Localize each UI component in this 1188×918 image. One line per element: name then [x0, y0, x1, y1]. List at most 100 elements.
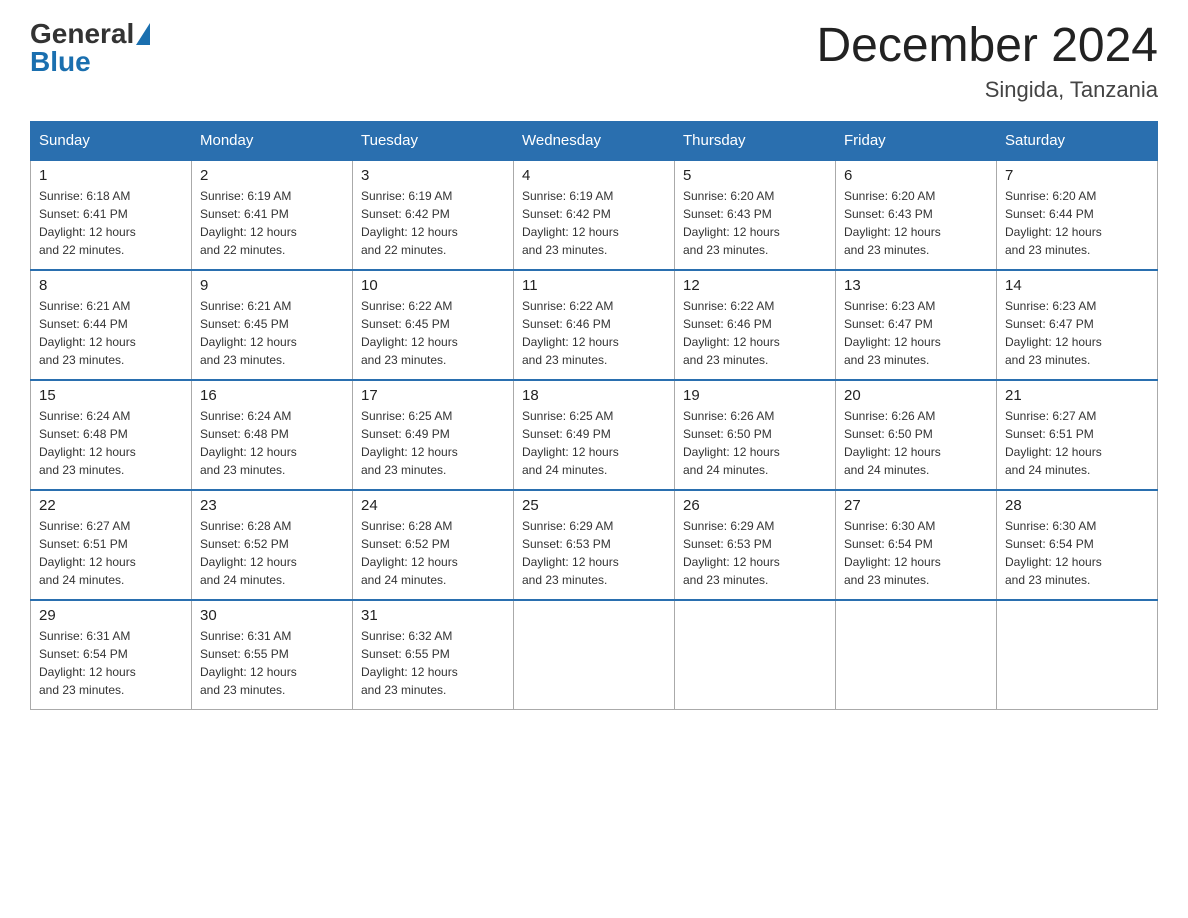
day-cell-28: 28 Sunrise: 6:30 AMSunset: 6:54 PMDayligh… — [997, 490, 1158, 600]
day-cell-27: 27Sunrise: 6:30 AMSunset: 6:54 PMDayligh… — [836, 490, 997, 600]
empty-cell — [675, 600, 836, 710]
day-info: Sunrise: 6:23 AMSunset: 6:47 PMDaylight:… — [1005, 297, 1149, 369]
day-info: Sunrise: 6:28 AMSunset: 6:52 PMDaylight:… — [361, 517, 505, 589]
day-number: 28 — [1005, 497, 1149, 514]
day-cell-5: 5 Sunrise: 6:20 AMSunset: 6:43 PMDaylight… — [675, 160, 836, 270]
day-number: 23 — [200, 497, 344, 514]
month-title: December 2024 — [816, 20, 1158, 73]
day-info: Sunrise: 6:21 AMSunset: 6:44 PMDaylight:… — [39, 297, 183, 369]
day-number: 19 — [683, 387, 827, 404]
day-number: 29 — [39, 607, 183, 624]
day-info: Sunrise: 6:21 AMSunset: 6:45 PMDaylight:… — [200, 297, 344, 369]
logo-triangle-icon — [136, 23, 150, 45]
day-info: Sunrise: 6:19 AMSunset: 6:41 PMDaylight:… — [200, 187, 344, 259]
day-number: 14 — [1005, 277, 1149, 294]
day-info: Sunrise: 6:29 AMSunset: 6:53 PMDaylight:… — [522, 517, 666, 589]
day-number: 24 — [361, 497, 505, 514]
day-info: Sunrise: 6:19 AMSunset: 6:42 PMDaylight:… — [361, 187, 505, 259]
day-cell-7: 7 Sunrise: 6:20 AMSunset: 6:44 PMDaylight… — [997, 160, 1158, 270]
day-info: Sunrise: 6:18 AMSunset: 6:41 PMDaylight:… — [39, 187, 183, 259]
day-cell-24: 24 Sunrise: 6:28 AMSunset: 6:52 PMDayligh… — [353, 490, 514, 600]
empty-cell — [997, 600, 1158, 710]
day-info: Sunrise: 6:22 AMSunset: 6:46 PMDaylight:… — [683, 297, 827, 369]
day-number: 18 — [522, 387, 666, 404]
day-number: 1 — [39, 167, 183, 184]
day-info: Sunrise: 6:31 AMSunset: 6:55 PMDaylight:… — [200, 627, 344, 699]
day-cell-20: 20 Sunrise: 6:26 AMSunset: 6:50 PMDayligh… — [836, 380, 997, 490]
day-number: 16 — [200, 387, 344, 404]
week-row-3: 15 Sunrise: 6:24 AMSunset: 6:48 PMDayligh… — [31, 380, 1158, 490]
day-cell-22: 22Sunrise: 6:27 AMSunset: 6:51 PMDayligh… — [31, 490, 192, 600]
day-number: 4 — [522, 167, 666, 184]
day-info: Sunrise: 6:25 AMSunset: 6:49 PMDaylight:… — [361, 407, 505, 479]
day-number: 2 — [200, 167, 344, 184]
day-info: Sunrise: 6:27 AMSunset: 6:51 PMDaylight:… — [1005, 407, 1149, 479]
day-number: 15 — [39, 387, 183, 404]
week-row-1: 1 Sunrise: 6:18 AMSunset: 6:41 PMDaylight… — [31, 160, 1158, 270]
day-cell-19: 19 Sunrise: 6:26 AMSunset: 6:50 PMDayligh… — [675, 380, 836, 490]
day-info: Sunrise: 6:26 AMSunset: 6:50 PMDaylight:… — [844, 407, 988, 479]
day-number: 10 — [361, 277, 505, 294]
day-cell-31: 31Sunrise: 6:32 AMSunset: 6:55 PMDayligh… — [353, 600, 514, 710]
day-number: 12 — [683, 277, 827, 294]
day-number: 3 — [361, 167, 505, 184]
day-number: 8 — [39, 277, 183, 294]
day-info: Sunrise: 6:19 AMSunset: 6:42 PMDaylight:… — [522, 187, 666, 259]
day-number: 22 — [39, 497, 183, 514]
day-cell-17: 17 Sunrise: 6:25 AMSunset: 6:49 PMDayligh… — [353, 380, 514, 490]
day-cell-2: 2 Sunrise: 6:19 AMSunset: 6:41 PMDaylight… — [192, 160, 353, 270]
logo-blue-text: Blue — [30, 48, 91, 76]
day-number: 21 — [1005, 387, 1149, 404]
day-info: Sunrise: 6:26 AMSunset: 6:50 PMDaylight:… — [683, 407, 827, 479]
day-number: 27 — [844, 497, 988, 514]
logo: General Blue — [30, 20, 150, 76]
empty-cell — [514, 600, 675, 710]
day-cell-16: 16Sunrise: 6:24 AMSunset: 6:48 PMDayligh… — [192, 380, 353, 490]
day-cell-18: 18Sunrise: 6:25 AMSunset: 6:49 PMDayligh… — [514, 380, 675, 490]
day-cell-25: 25Sunrise: 6:29 AMSunset: 6:53 PMDayligh… — [514, 490, 675, 600]
weekday-header-wednesday: Wednesday — [514, 121, 675, 160]
location-text: Singida, Tanzania — [816, 77, 1158, 103]
logo-general-text: General — [30, 20, 134, 48]
day-cell-12: 12 Sunrise: 6:22 AMSunset: 6:46 PMDayligh… — [675, 270, 836, 380]
day-info: Sunrise: 6:29 AMSunset: 6:53 PMDaylight:… — [683, 517, 827, 589]
weekday-header-tuesday: Tuesday — [353, 121, 514, 160]
day-info: Sunrise: 6:31 AMSunset: 6:54 PMDaylight:… — [39, 627, 183, 699]
day-cell-26: 26 Sunrise: 6:29 AMSunset: 6:53 PMDayligh… — [675, 490, 836, 600]
day-cell-3: 3 Sunrise: 6:19 AMSunset: 6:42 PMDaylight… — [353, 160, 514, 270]
week-row-2: 8 Sunrise: 6:21 AMSunset: 6:44 PMDaylight… — [31, 270, 1158, 380]
day-cell-1: 1 Sunrise: 6:18 AMSunset: 6:41 PMDaylight… — [31, 160, 192, 270]
day-number: 26 — [683, 497, 827, 514]
weekday-header-thursday: Thursday — [675, 121, 836, 160]
day-info: Sunrise: 6:24 AMSunset: 6:48 PMDaylight:… — [39, 407, 183, 479]
day-cell-9: 9 Sunrise: 6:21 AMSunset: 6:45 PMDaylight… — [192, 270, 353, 380]
day-cell-10: 10 Sunrise: 6:22 AMSunset: 6:45 PMDayligh… — [353, 270, 514, 380]
day-number: 13 — [844, 277, 988, 294]
day-info: Sunrise: 6:28 AMSunset: 6:52 PMDaylight:… — [200, 517, 344, 589]
weekday-header-sunday: Sunday — [31, 121, 192, 160]
day-cell-6: 6 Sunrise: 6:20 AMSunset: 6:43 PMDaylight… — [836, 160, 997, 270]
day-info: Sunrise: 6:20 AMSunset: 6:43 PMDaylight:… — [844, 187, 988, 259]
day-cell-23: 23 Sunrise: 6:28 AMSunset: 6:52 PMDayligh… — [192, 490, 353, 600]
day-info: Sunrise: 6:20 AMSunset: 6:44 PMDaylight:… — [1005, 187, 1149, 259]
day-cell-15: 15 Sunrise: 6:24 AMSunset: 6:48 PMDayligh… — [31, 380, 192, 490]
day-cell-29: 29 Sunrise: 6:31 AMSunset: 6:54 PMDayligh… — [31, 600, 192, 710]
day-number: 30 — [200, 607, 344, 624]
weekday-header-saturday: Saturday — [997, 121, 1158, 160]
day-info: Sunrise: 6:22 AMSunset: 6:46 PMDaylight:… — [522, 297, 666, 369]
day-number: 20 — [844, 387, 988, 404]
day-number: 7 — [1005, 167, 1149, 184]
day-number: 5 — [683, 167, 827, 184]
day-number: 17 — [361, 387, 505, 404]
day-cell-13: 13Sunrise: 6:23 AMSunset: 6:47 PMDayligh… — [836, 270, 997, 380]
week-row-5: 29 Sunrise: 6:31 AMSunset: 6:54 PMDayligh… — [31, 600, 1158, 710]
day-info: Sunrise: 6:20 AMSunset: 6:43 PMDaylight:… — [683, 187, 827, 259]
day-cell-14: 14 Sunrise: 6:23 AMSunset: 6:47 PMDayligh… — [997, 270, 1158, 380]
page-header: General Blue December 2024 Singida, Tanz… — [30, 20, 1158, 103]
day-cell-21: 21 Sunrise: 6:27 AMSunset: 6:51 PMDayligh… — [997, 380, 1158, 490]
day-info: Sunrise: 6:22 AMSunset: 6:45 PMDaylight:… — [361, 297, 505, 369]
day-info: Sunrise: 6:30 AMSunset: 6:54 PMDaylight:… — [1005, 517, 1149, 589]
day-number: 9 — [200, 277, 344, 294]
day-number: 6 — [844, 167, 988, 184]
day-info: Sunrise: 6:32 AMSunset: 6:55 PMDaylight:… — [361, 627, 505, 699]
